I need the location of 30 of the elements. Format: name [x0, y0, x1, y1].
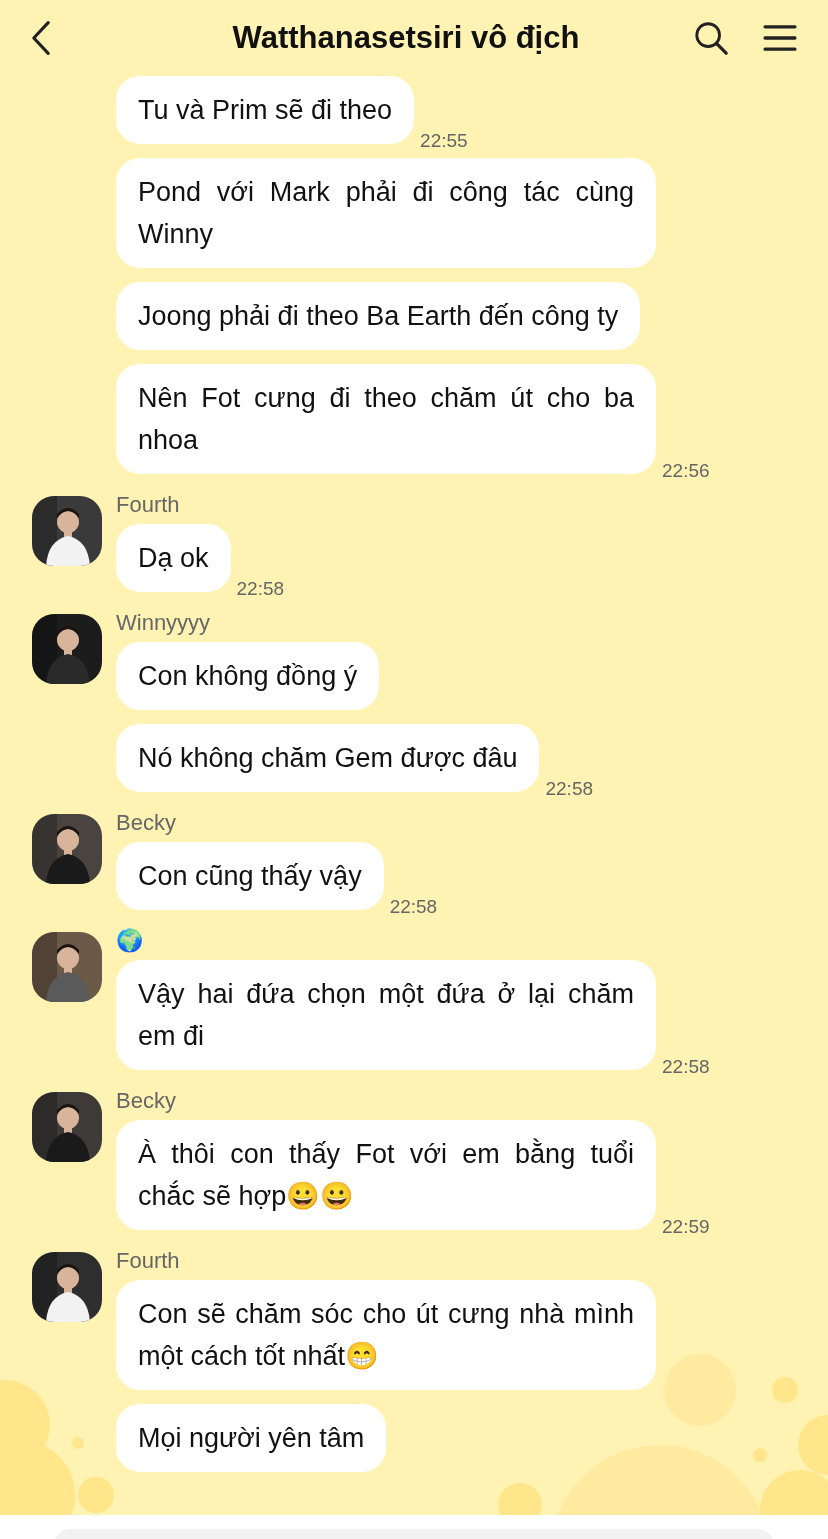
- message-bubble: Tu và Prim sẽ đi theo: [116, 76, 415, 144]
- message-bubble: Pond với Mark phải đi công tác cùng Winny: [116, 158, 656, 268]
- sender-name: 🌍: [116, 927, 143, 955]
- sender-name: Fourth: [116, 1247, 180, 1275]
- message-bubble: Nó không chăm Gem được đâu: [116, 724, 540, 792]
- message-bubble: Con sẽ chăm sóc cho út cưng nhà mình một cách tốt nhất😁: [116, 1280, 656, 1390]
- message-bubble: Con không đồng ý: [116, 642, 380, 710]
- message-time: 22:58: [545, 778, 593, 800]
- message-time: 22:59: [662, 1216, 710, 1238]
- message-time: 22:56: [662, 460, 710, 482]
- search-icon: [693, 20, 729, 56]
- sender-name: Fourth: [116, 491, 180, 519]
- menu-icon: [763, 24, 797, 52]
- message-time: 22:55: [420, 130, 468, 152]
- sender-name: Becky: [116, 1087, 176, 1115]
- sender-name: Becky: [116, 809, 176, 837]
- message-bubble: Nên Fot cưng đi theo chăm út cho ba nhoa: [116, 364, 656, 474]
- message-bubble: Vậy hai đứa chọn một đứa ở lại chăm em đi: [116, 960, 656, 1070]
- sender-name: Winnyyyy: [116, 609, 211, 637]
- message-bubble: Mọi người yên tâm: [116, 1404, 387, 1472]
- chat-title: Watthanasetsiri vô địch: [232, 18, 580, 57]
- message-bubble: À thôi con thấy Fot với em bằng tuổi chắc sẽ hợp😀😀: [116, 1120, 656, 1230]
- message-bubble: Con cũng thấy vậy: [116, 842, 384, 910]
- back-icon: [30, 20, 52, 56]
- message-time: 22:58: [236, 578, 285, 600]
- message-time: 22:58: [662, 1056, 710, 1078]
- search-button[interactable]: [692, 19, 730, 57]
- message-time: 22:58: [389, 896, 438, 918]
- message-bubble: Joong phải đi theo Ba Earth đến công ty: [116, 282, 641, 350]
- message-bubble: Dạ ok: [116, 524, 231, 592]
